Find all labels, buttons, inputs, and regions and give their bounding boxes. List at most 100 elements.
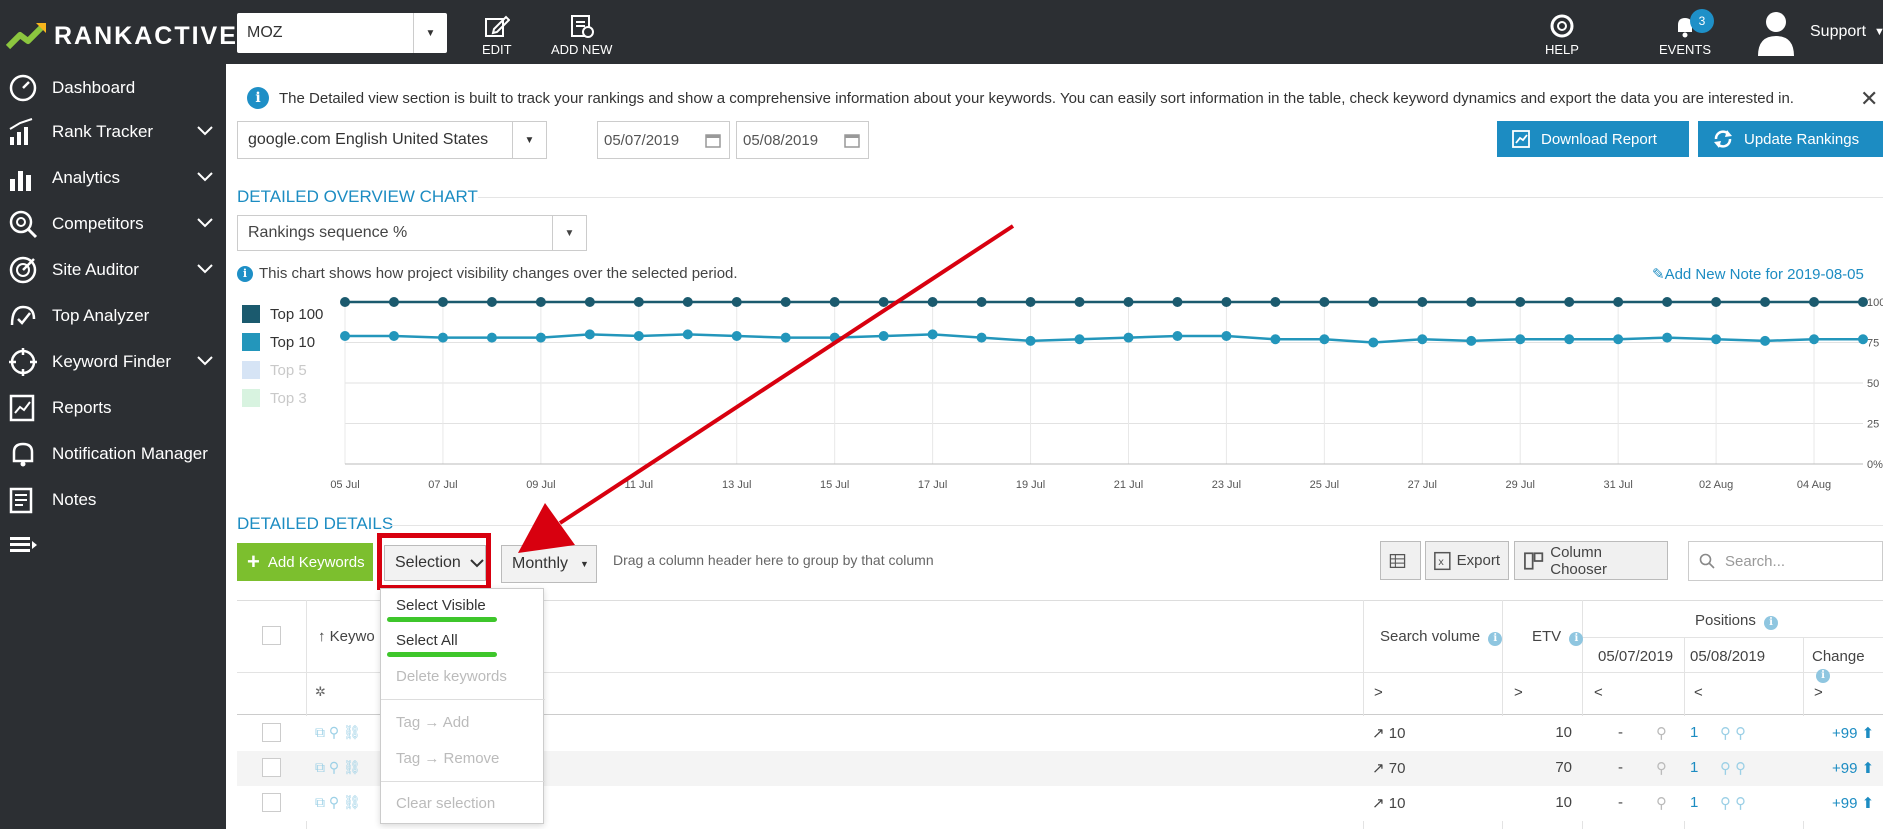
data-point[interactable] [1270, 297, 1281, 307]
data-point[interactable] [1025, 297, 1036, 307]
data-point[interactable] [878, 331, 889, 342]
data-point[interactable] [1221, 297, 1232, 307]
data-point[interactable] [927, 297, 938, 307]
chart-type-select[interactable]: Rankings sequence % ▼ [237, 215, 587, 251]
add-note-link[interactable]: ✎Add New Note for 2019-08-05 [1652, 265, 1864, 283]
data-point[interactable] [927, 329, 938, 340]
calendar-icon[interactable] [844, 132, 860, 148]
search-input[interactable]: Search... [1688, 541, 1883, 581]
add-keywords-button[interactable]: + Add Keywords [237, 543, 373, 581]
data-point[interactable] [1515, 334, 1526, 345]
sidebar-item-rank-tracker[interactable]: Rank Tracker [0, 110, 226, 154]
legend-item-top-100[interactable]: Top 100 [242, 300, 323, 328]
row-checkbox[interactable] [262, 723, 281, 742]
data-point[interactable] [388, 331, 399, 342]
data-point[interactable] [1662, 332, 1673, 343]
data-point[interactable] [1123, 332, 1134, 343]
data-point[interactable] [731, 331, 742, 342]
row-position-date2[interactable]: 1 [1690, 724, 1698, 741]
sidebar-item-competitors[interactable]: Competitors [0, 202, 226, 246]
search-engine-select[interactable]: google.com English United States ▼ [237, 121, 547, 159]
trend-icon[interactable]: ↗ [1372, 725, 1385, 742]
column-chooser-button[interactable]: Column Chooser [1514, 541, 1668, 580]
filter-etv[interactable]: > [1514, 684, 1523, 701]
grid-settings-button[interactable] [1380, 541, 1421, 580]
column-header-etv[interactable]: ETV i [1532, 628, 1589, 646]
data-point[interactable] [682, 297, 693, 307]
sidebar-item-dashboard[interactable]: Dashboard [0, 66, 226, 110]
data-point[interactable] [633, 297, 644, 307]
legend-item-top-10[interactable]: Top 10 [242, 328, 323, 356]
row-checkbox[interactable] [262, 793, 281, 812]
data-point[interactable] [780, 332, 791, 343]
data-point[interactable] [976, 332, 987, 343]
data-point[interactable] [535, 332, 546, 343]
user-menu[interactable]: Support ▼ [1756, 8, 1883, 56]
menu-item-tag-remove[interactable]: Tag → Remove [396, 750, 499, 767]
data-point[interactable] [1074, 334, 1085, 345]
logo[interactable]: RANKACTIVE [6, 18, 238, 54]
data-point[interactable] [535, 297, 546, 307]
data-point[interactable] [1466, 297, 1477, 307]
column-header-date2[interactable]: 05/08/2019 [1690, 648, 1765, 665]
data-point[interactable] [1515, 297, 1526, 307]
data-point[interactable] [1319, 297, 1330, 307]
data-point[interactable] [1270, 334, 1281, 345]
serp-search-icon[interactable]: ⚲ ⚲ [1720, 724, 1746, 742]
chevron-down-icon[interactable]: ▼ [512, 122, 546, 158]
legend-item-top-3[interactable]: Top 3 [242, 384, 323, 412]
data-point[interactable] [829, 332, 840, 343]
update-rankings-button[interactable]: Update Rankings [1698, 121, 1883, 157]
column-header-keyword[interactable]: ↑ Keywo [318, 628, 375, 645]
data-point[interactable] [1613, 334, 1624, 345]
data-point[interactable] [1858, 297, 1868, 307]
serp-search-icon[interactable]: ⚲ [1656, 759, 1667, 777]
data-point[interactable] [1172, 297, 1183, 307]
chevron-down-icon[interactable]: ▼ [552, 216, 586, 250]
data-point[interactable] [1613, 297, 1624, 307]
data-point[interactable] [437, 297, 448, 307]
data-point[interactable] [829, 297, 840, 307]
data-point[interactable] [1564, 297, 1575, 307]
row-action-icons[interactable]: ⧉ ⚲ ⛓ [315, 724, 361, 741]
trend-icon[interactable]: ↗ [1372, 760, 1385, 777]
row-checkbox[interactable] [262, 758, 281, 777]
menu-item-delete-keywords[interactable]: Delete keywords [396, 668, 507, 685]
data-point[interactable] [682, 329, 693, 340]
data-point[interactable] [1760, 297, 1771, 307]
menu-item-tag-add[interactable]: Tag → Add [396, 714, 469, 731]
column-header-change[interactable]: Change i [1812, 648, 1883, 683]
row-position-date2[interactable]: 1 [1690, 794, 1698, 811]
data-point[interactable] [1711, 334, 1722, 345]
menu-item-select-visible[interactable]: Select Visible [396, 597, 486, 614]
data-point[interactable] [437, 332, 448, 343]
data-point[interactable] [1417, 297, 1428, 307]
filter-change[interactable]: > [1814, 684, 1823, 701]
data-point[interactable] [1466, 335, 1477, 346]
filter-date2[interactable]: < [1694, 684, 1703, 701]
data-point[interactable] [1319, 334, 1330, 345]
legend-item-top-5[interactable]: Top 5 [242, 356, 323, 384]
filter-date1[interactable]: < [1594, 684, 1603, 701]
data-point[interactable] [1564, 334, 1575, 345]
sidebar-item-notes[interactable]: Notes [0, 478, 226, 522]
add-new-button[interactable]: ADD NEW [551, 14, 612, 57]
data-point[interactable] [1172, 331, 1183, 342]
serp-search-icon[interactable]: ⚲ ⚲ [1720, 794, 1746, 812]
date-to-field[interactable]: 05/08/2019 [736, 121, 869, 159]
date-from-field[interactable]: 05/07/2019 [597, 121, 730, 159]
data-point[interactable] [1809, 334, 1820, 345]
download-report-button[interactable]: Download Report [1497, 121, 1689, 157]
edit-button[interactable]: EDIT [482, 14, 512, 57]
data-point[interactable] [1123, 297, 1134, 307]
data-point[interactable] [1417, 334, 1428, 345]
data-point[interactable] [1368, 337, 1379, 348]
data-point[interactable] [340, 297, 350, 307]
filter-bug-icon[interactable]: ✲ [315, 684, 326, 700]
calendar-icon[interactable] [705, 132, 721, 148]
data-point[interactable] [1662, 297, 1673, 307]
row-action-icons[interactable]: ⧉ ⚲ ⛓ [315, 794, 361, 811]
project-select[interactable]: MOZ ▼ [237, 13, 447, 53]
data-point[interactable] [1809, 297, 1820, 307]
serp-search-icon[interactable]: ⚲ [1656, 794, 1667, 812]
